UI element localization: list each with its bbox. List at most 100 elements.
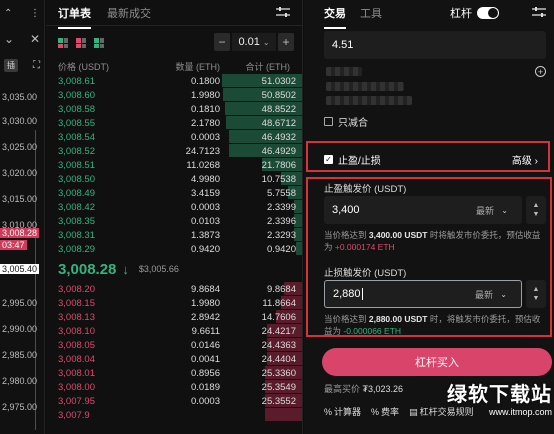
tp-hint: 当价格达到 3,400.00 USDT 时将触发市价委托，预估收益为 +0.00… [324,230,541,252]
indicator-tag[interactable]: 插 [4,58,18,72]
tp-label: 止盈触发价 (USDT) [324,184,407,195]
price-cell: 3,008.35 [58,215,95,227]
checkbox-checked[interactable]: ✓ [324,155,333,164]
amount-cell: 0.8956 [190,367,220,379]
leverage-toggle[interactable] [477,7,499,19]
fullscreen-icon[interactable]: ⛶ [33,60,40,71]
total-cell: 2.3399 [266,201,296,213]
max-buy-price: 最高买价 ₮3,023.26 [324,384,404,394]
price-cell: 3,007.9 [58,409,90,421]
total-cell: 46.4932 [261,131,296,143]
tab-trade[interactable]: 交易 [324,5,346,29]
ask-row[interactable]: 3,008.04 0.0041 24.4404 [46,352,302,366]
total-cell: 50.8502 [261,89,296,101]
bid-row[interactable]: 3,008.49 3.4159 5.7558 [46,186,302,200]
arrow-down-icon: ↓ [122,261,129,277]
sliders-icon[interactable] [532,6,546,21]
bid-row[interactable]: 3,008.61 0.1800 51.0302 [46,74,302,88]
price-cell: 3,008.04 [58,353,95,365]
sl-input[interactable]: 2,880 最新 ⌄ [324,280,522,308]
tp-spinner[interactable]: ▲ ▼ [526,196,546,224]
sl-spinner[interactable]: ▲ ▼ [526,280,546,308]
bid-row[interactable]: 3,008.58 0.1810 48.8522 [46,102,302,116]
price-cell: 3,008.51 [58,159,95,171]
depth-bar [295,242,302,255]
precision-select[interactable]: 0.01 ⌄ [232,33,276,51]
ask-row[interactable]: 3,008.00 0.0189 25.3549 [46,380,302,394]
bid-row[interactable]: 3,008.42 0.0003 2.3399 [46,200,302,214]
close-icon[interactable]: ✕ [30,32,40,46]
layout-both-icon[interactable] [58,38,68,48]
ask-row[interactable]: 3,007.9 [46,408,302,422]
percent-icon: % [324,407,333,417]
price-cell: 3,008.10 [58,325,95,337]
bid-row[interactable]: 3,008.51 11.0268 21.7806 [46,158,302,172]
total-cell: 14.7606 [261,311,296,323]
document-icon: ▤ [409,407,418,417]
amount-cell: 0.1800 [190,75,220,87]
chart-toolbar: ⌃ ⋮ [0,0,44,26]
total-cell: 25.3360 [261,367,296,379]
tpsl-option[interactable]: ✓ 止盈/止损 [324,152,381,167]
percent-icon: % [371,407,380,417]
price-cell: 3,008.00 [58,381,95,393]
bid-row[interactable]: 3,008.54 0.0003 46.4932 [46,130,302,144]
calculator-link[interactable]: % 计算器 [324,405,361,418]
more-icon[interactable]: ⋮ [30,8,40,19]
sliders-icon[interactable] [276,6,290,21]
last-price-tag: 3,008.28 [0,228,40,238]
bid-row[interactable]: 3,008.60 1.9980 50.8502 [46,88,302,102]
checkbox[interactable] [324,117,333,126]
watermark-title: 绿软下载站 [447,384,552,406]
bid-row[interactable]: 3,008.29 0.9420 0.9420 [46,242,302,256]
ask-row[interactable]: 3,008.10 9.6611 24.4217 [46,324,302,338]
price-cell: 3,008.49 [58,187,95,199]
add-circle-icon[interactable]: + [535,66,546,77]
collapse-icon[interactable]: ⌃ [4,8,12,19]
bid-row[interactable]: 3,008.55 2.1780 48.6712 [46,116,302,130]
amount-cell: 0.0189 [190,381,220,393]
price-cell: 3,008.20 [58,283,95,295]
total-cell: 46.4929 [261,145,296,157]
last-price: 3,008.28 [58,260,117,278]
ask-row[interactable]: 3,008.20 9.8684 9.8684 [46,282,302,296]
ask-row[interactable]: 3,008.05 0.0146 24.4363 [46,338,302,352]
price-cell: 3,008.55 [58,117,95,129]
price-cell: 3,008.15 [58,297,95,309]
amount-input[interactable]: 4.51 [324,31,546,59]
leverage-buy-button[interactable]: 杠杆买入 [322,348,552,376]
layout-bids-icon[interactable] [94,38,104,48]
col-amount: 数量 (ETH) [175,62,221,72]
amount-cell: 9.6611 [191,325,220,337]
price-cell: 3,008.54 [58,131,95,143]
amount-cell: 1.3873 [190,229,220,241]
bid-row[interactable]: 3,008.52 24.7123 46.4929 [46,144,302,158]
price-cell: 3,008.42 [58,201,95,213]
bid-row[interactable]: 3,008.50 4.9980 10.7538 [46,172,302,186]
bid-row[interactable]: 3,008.35 0.0103 2.3396 [46,214,302,228]
total-cell: 11.8664 [262,297,296,309]
tab-order-book[interactable]: 订单表 [58,5,91,29]
advanced-link[interactable]: 高级 › [512,152,538,167]
rate-link[interactable]: % 费率 [371,405,399,418]
reduce-only-option[interactable]: 只减合 [324,114,368,129]
price-cell: 3,008.29 [58,243,95,255]
amount-cell: 4.9980 [190,173,220,185]
plus-button[interactable]: + [278,33,294,51]
minus-button[interactable]: − [214,33,230,51]
amount-cell: 0.0103 [190,215,220,227]
ask-row[interactable]: 3,007.95 0.0003 25.3552 [46,394,302,408]
layout-asks-icon[interactable] [76,38,86,48]
ask-row[interactable]: 3,008.15 1.9980 11.8664 [46,296,302,310]
tp-input[interactable]: 3,400 最新 ⌄ [324,196,522,224]
order-book: 订单表 最新成交 − 0.01 ⌄ + 价格 (USDT) 数量 (ETH) 合计… [46,0,303,434]
amount-cell: 1.9980 [190,297,220,309]
ask-row[interactable]: 3,008.13 2.8942 14.7606 [46,310,302,324]
axis-tick: 2,985.00 [2,350,38,360]
tab-latest-trades[interactable]: 最新成交 [107,5,151,21]
ask-row[interactable]: 3,008.01 0.8956 25.3360 [46,366,302,380]
tab-tools[interactable]: 工具 [360,5,382,21]
sl-hint: 当价格达到 2,880.00 USDT 时，将触发市价委托，预估收益为 -0.0… [324,314,541,336]
bid-row[interactable]: 3,008.31 1.3873 2.3293 [46,228,302,242]
chevron-down-icon[interactable]: ⌄ [4,32,14,46]
